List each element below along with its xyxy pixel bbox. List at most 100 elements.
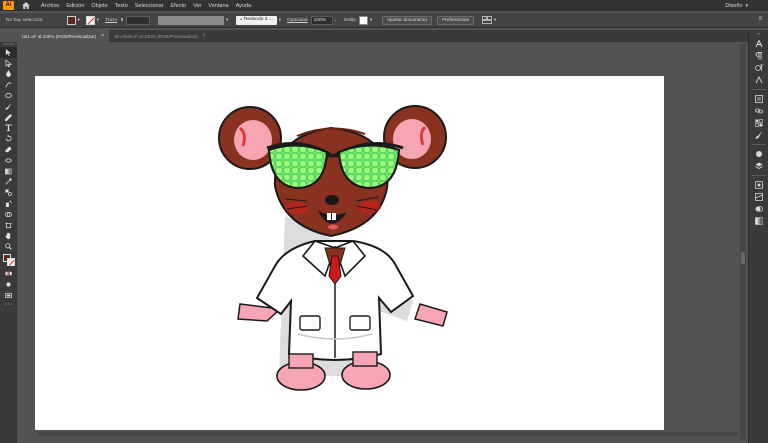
transparency-panel-icon[interactable] bbox=[749, 203, 768, 215]
links-panel-icon[interactable] bbox=[749, 105, 768, 117]
document-setup-button[interactable]: Ajustar documento bbox=[382, 15, 433, 25]
direct-selection-arrow-icon bbox=[5, 59, 12, 67]
menu-ayuda[interactable]: Ayuda bbox=[236, 3, 252, 9]
symbols-panel-icon[interactable] bbox=[749, 148, 768, 160]
home-icon[interactable] bbox=[19, 0, 33, 11]
gradient-panel-icon[interactable] bbox=[749, 215, 768, 227]
paragraph-panel-icon[interactable] bbox=[749, 50, 768, 62]
stroke-color-swatch[interactable] bbox=[85, 15, 95, 25]
pen-tool[interactable] bbox=[0, 69, 17, 80]
panel-grip[interactable] bbox=[2, 43, 15, 45]
pencil-tool[interactable] bbox=[0, 112, 17, 123]
panel-menu-icon[interactable]: ≡ bbox=[758, 16, 762, 22]
chevron-down-icon[interactable]: ▾ bbox=[78, 17, 80, 23]
close-icon[interactable]: × bbox=[203, 33, 206, 39]
tools-panel: ··· bbox=[0, 42, 17, 443]
shape-builder-icon bbox=[5, 211, 12, 217]
chevron-right-icon[interactable]: › bbox=[335, 18, 337, 23]
variable-width-profile[interactable] bbox=[157, 15, 224, 25]
screen-mode-button[interactable] bbox=[0, 290, 17, 301]
menu-edicion[interactable]: Edición bbox=[66, 3, 84, 9]
stepper-icon[interactable]: ⬍ bbox=[120, 17, 124, 23]
artboard-tool[interactable] bbox=[0, 220, 17, 231]
chevron-down-icon[interactable]: ▾ bbox=[279, 17, 281, 23]
vertical-scrollbar[interactable] bbox=[740, 44, 746, 440]
canvas-area[interactable] bbox=[17, 42, 748, 443]
arrange-documents-icon[interactable] bbox=[482, 16, 492, 24]
symbol-sprayer-icon bbox=[5, 200, 12, 208]
tab-rat1[interactable]: rat1.ai* al 100% (RGB/Previsualizar) × bbox=[17, 30, 110, 42]
eraser-tool[interactable] bbox=[0, 144, 17, 155]
eyedropper-tool[interactable] bbox=[0, 177, 17, 188]
tab-sin-titulo-2[interactable]: Sin título-2* al 100% (RGB/Previsualizar… bbox=[109, 30, 211, 42]
expand-panels-icon[interactable]: « bbox=[749, 30, 768, 38]
width-tool[interactable] bbox=[0, 155, 17, 166]
rat-scientist-illustration[interactable] bbox=[35, 76, 664, 430]
ellipse-icon bbox=[5, 93, 12, 99]
width-icon bbox=[5, 158, 12, 163]
rotate-tool[interactable] bbox=[0, 133, 17, 144]
artboard[interactable] bbox=[35, 76, 664, 430]
document-tab-bar: rat1.ai* al 100% (RGB/Previsualizar) × S… bbox=[17, 30, 768, 42]
brush-definition[interactable]: • Redondo 3 ... bbox=[236, 15, 277, 25]
preferences-button[interactable]: Preferencias bbox=[437, 15, 475, 25]
shape-builder-tool[interactable] bbox=[0, 209, 17, 220]
menu-ventana[interactable]: Ventana bbox=[208, 3, 228, 9]
blend-tool[interactable] bbox=[0, 187, 17, 198]
graphic-styles-panel-icon[interactable] bbox=[749, 191, 768, 203]
pencil-icon bbox=[5, 113, 12, 121]
graphic-style-swatch[interactable] bbox=[358, 15, 368, 25]
layers-panel-icon[interactable] bbox=[749, 160, 768, 172]
brushes-panel-icon[interactable] bbox=[749, 129, 768, 141]
hand-tool[interactable] bbox=[0, 231, 17, 242]
fill-stroke-widget[interactable] bbox=[0, 252, 17, 268]
workspace-switcher[interactable]: Diseño ▾ bbox=[725, 0, 748, 11]
chevron-down-icon[interactable]: ▾ bbox=[226, 17, 228, 23]
stroke-swatch[interactable] bbox=[7, 258, 15, 267]
opacity-label[interactable]: Opacidad bbox=[287, 18, 308, 23]
selection-tool[interactable] bbox=[0, 47, 17, 58]
screen-mode-icon bbox=[5, 292, 12, 298]
panel-divider bbox=[751, 89, 766, 90]
chevron-down-icon[interactable]: ▾ bbox=[494, 17, 496, 23]
draw-mode-button[interactable] bbox=[0, 279, 17, 290]
paintbrush-tool[interactable] bbox=[0, 101, 17, 112]
more-tools-icon[interactable]: ··· bbox=[0, 301, 17, 308]
appearance-panel-icon[interactable] bbox=[749, 179, 768, 191]
gradient-tool[interactable] bbox=[0, 166, 17, 177]
selection-arrow-icon bbox=[5, 48, 12, 56]
type-tool[interactable] bbox=[0, 123, 17, 134]
ellipse-tool[interactable] bbox=[0, 90, 17, 101]
menu-archivo[interactable]: Archivo bbox=[41, 3, 59, 9]
chevron-down-icon[interactable]: ▾ bbox=[97, 17, 99, 23]
close-icon[interactable]: × bbox=[101, 33, 104, 39]
character-panel-icon[interactable] bbox=[749, 38, 768, 50]
eyedropper-icon bbox=[5, 178, 12, 186]
horizontal-scrollbar[interactable] bbox=[38, 432, 738, 436]
symbol-sprayer-tool[interactable] bbox=[0, 198, 17, 209]
stroke-weight-input[interactable] bbox=[125, 15, 150, 25]
opentype-panel-icon[interactable] bbox=[749, 62, 768, 74]
style-label: Estilo bbox=[344, 17, 356, 23]
properties-panel-icon[interactable] bbox=[749, 93, 768, 105]
zoom-icon bbox=[5, 243, 12, 251]
fill-color-swatch[interactable] bbox=[66, 15, 76, 25]
scrollbar-thumb[interactable] bbox=[741, 252, 745, 264]
direct-selection-tool[interactable] bbox=[0, 58, 17, 69]
opacity-input[interactable]: 100% bbox=[310, 15, 333, 25]
menu-seleccionar[interactable]: Seleccionar bbox=[135, 3, 164, 9]
zoom-tool[interactable] bbox=[0, 241, 17, 252]
curvature-tool[interactable] bbox=[0, 79, 17, 90]
swatches-panel-icon[interactable] bbox=[749, 117, 768, 129]
menu-efecto[interactable]: Efecto bbox=[171, 3, 187, 9]
stroke-label[interactable]: Trazo bbox=[105, 18, 117, 23]
menu-texto[interactable]: Texto bbox=[115, 3, 128, 9]
brush-preset-label: Redondo 3 ... bbox=[243, 17, 273, 22]
menu-ver[interactable]: Ver bbox=[193, 3, 201, 9]
chevron-down-icon[interactable]: ▾ bbox=[370, 17, 372, 23]
glyphs-panel-icon[interactable] bbox=[749, 74, 768, 86]
type-icon bbox=[5, 124, 12, 132]
panel-divider bbox=[751, 175, 766, 176]
color-mode-buttons[interactable] bbox=[0, 268, 17, 279]
menu-objeto[interactable]: Objeto bbox=[91, 3, 107, 9]
